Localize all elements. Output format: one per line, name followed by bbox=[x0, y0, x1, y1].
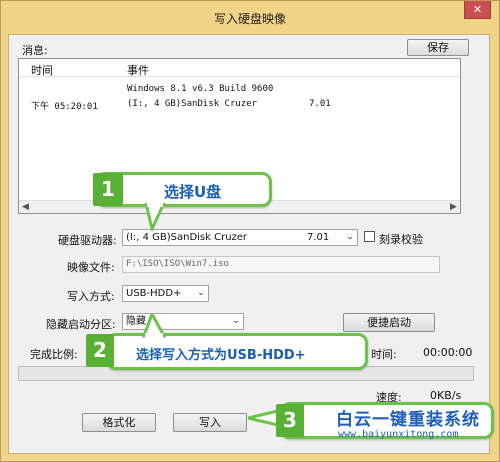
write-method-select[interactable]: USB-HDD+ ⌄ bbox=[122, 285, 209, 302]
format-button[interactable]: 格式化 bbox=[82, 413, 156, 432]
chevron-down-icon: ⌄ bbox=[343, 230, 357, 245]
chevron-down-icon: ⌄ bbox=[229, 314, 243, 329]
close-icon: ✕ bbox=[472, 3, 483, 16]
image-file-label: 映像文件: bbox=[67, 261, 115, 274]
step-badge-1: 1 bbox=[93, 173, 123, 206]
column-header-event[interactable]: 事件 bbox=[127, 62, 149, 78]
table-row: Windows 8.1 v6.3 Build 9600 bbox=[19, 84, 460, 97]
column-header-time[interactable]: 时间 bbox=[31, 62, 53, 78]
close-button[interactable]: ✕ bbox=[464, 1, 491, 19]
write-button[interactable]: 写入 bbox=[173, 413, 247, 432]
title-bar: 写入硬盘映像 ✕ bbox=[1, 1, 499, 35]
log-event: Windows 8.1 v6.3 Build 9600 bbox=[127, 84, 274, 94]
annotation-callout-2: 选择写入方式为USB-HDD+ bbox=[106, 333, 368, 370]
image-file-field[interactable]: F:\ISO\ISO\Win7.iso bbox=[122, 256, 440, 273]
annotation-text-2: 选择写入方式为USB-HDD+ bbox=[136, 348, 306, 363]
window-title: 写入硬盘映像 bbox=[213, 12, 286, 26]
messages-label: 消息: bbox=[22, 44, 48, 57]
log-event: (I:, 4 GB)SanDisk Cruzer bbox=[127, 99, 258, 109]
time-value: 00:00:00 bbox=[423, 346, 473, 359]
quick-boot-button[interactable]: 便捷启动 bbox=[343, 313, 435, 332]
log-version: 7.01 bbox=[309, 99, 331, 109]
progress-label: 完成比例: bbox=[30, 348, 78, 361]
callout-pointer-1 bbox=[144, 203, 166, 231]
table-row: 下午 05:20:01 (I:, 4 GB)SanDisk Cruzer 7.0… bbox=[19, 99, 460, 112]
step-badge-2: 2 bbox=[86, 334, 114, 367]
write-method-value: USB-HDD+ bbox=[126, 288, 182, 299]
verify-checkbox[interactable] bbox=[364, 231, 375, 242]
verify-label: 刻录校验 bbox=[379, 233, 423, 246]
drive-label: 硬盘驱动器: bbox=[58, 234, 117, 247]
speed-value: 0KB/s bbox=[430, 389, 462, 402]
brand-watermark: 白云一键重装系统 www.baiyunxitong.com bbox=[330, 405, 500, 455]
hidden-partition-label: 隐藏启动分区: bbox=[46, 318, 116, 331]
chevron-down-icon: ⌄ bbox=[194, 286, 208, 301]
annotation-text-1: 选择U盘 bbox=[164, 183, 222, 201]
drive-select-value: (I:, 4 GB)SanDisk Cruzer bbox=[126, 232, 248, 243]
drive-select-version: 7.01 bbox=[307, 232, 330, 243]
brand-url: www.baiyunxitong.com bbox=[338, 429, 459, 440]
brand-name: 白云一键重装系统 bbox=[336, 410, 480, 430]
time-label: 时间: bbox=[371, 348, 397, 361]
log-header: 时间 事件 bbox=[19, 59, 460, 77]
log-time: 下午 05:20:01 bbox=[31, 102, 98, 112]
write-method-label: 写入方式: bbox=[67, 290, 115, 303]
arrow-left-icon[interactable]: ◀ bbox=[19, 201, 32, 213]
step-badge-3: 3 bbox=[276, 404, 304, 437]
callout-pointer-2 bbox=[141, 314, 167, 338]
arrow-right-icon[interactable]: ▶ bbox=[447, 201, 460, 213]
drive-select[interactable]: (I:, 4 GB)SanDisk Cruzer 7.01 ⌄ bbox=[122, 229, 358, 246]
save-button[interactable]: 保存 bbox=[407, 39, 469, 56]
